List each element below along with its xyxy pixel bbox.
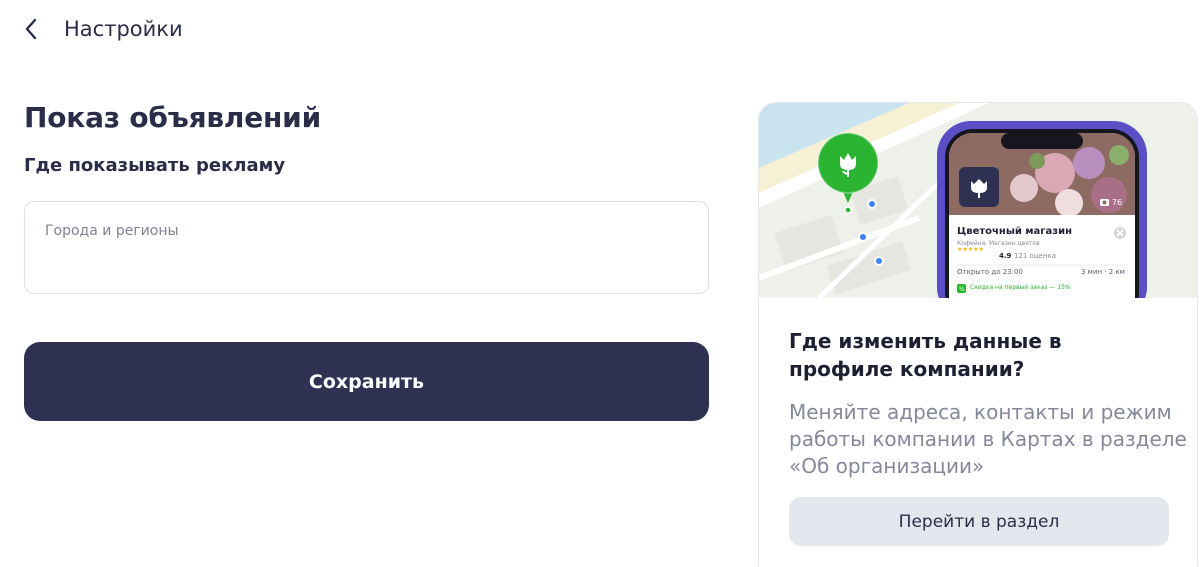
section-title: Показ объявлений [24,101,321,134]
back-button[interactable] [16,14,46,44]
promo-title: Где изменить данные в профиле компании? [789,329,1062,381]
page-title: Настройки [64,17,183,41]
place-reviews: 121 оценка [1014,252,1057,260]
place-promo: Скидка на первый заказ — 15% [970,284,1071,291]
go-to-section-button[interactable]: Перейти в раздел [789,497,1169,546]
field-label: Где показывать рекламу [24,155,286,176]
regions-input-placeholder: Города и регионы [45,223,179,239]
svg-text:%: % [959,286,965,293]
regions-input[interactable]: Города и регионы [24,201,709,294]
place-title: Цветочный магазин [957,226,1072,237]
save-button[interactable]: Сохранить [24,342,709,421]
promo-illustration: ★★★★★ % 76 Цветочный магазин Кофейня, Ма… [759,103,1197,298]
place-category: Кофейня, Магазин цветов [957,240,1040,247]
chevron-left-icon [25,18,37,40]
top-bar: Настройки [0,0,1200,60]
promo-card: ★★★★★ % 76 Цветочный магазин Кофейня, Ма… [758,102,1198,567]
place-travel: 3 мин · 2 км [1081,268,1125,276]
svg-text:★★★★★: ★★★★★ [957,246,984,253]
promo-text: Меняйте адреса, контакты и режим работы … [789,400,1187,478]
photo-count: 76 [1112,198,1123,207]
place-hours: Открыто до 23:00 [957,268,1023,276]
place-rating: 4.9 [999,252,1012,260]
